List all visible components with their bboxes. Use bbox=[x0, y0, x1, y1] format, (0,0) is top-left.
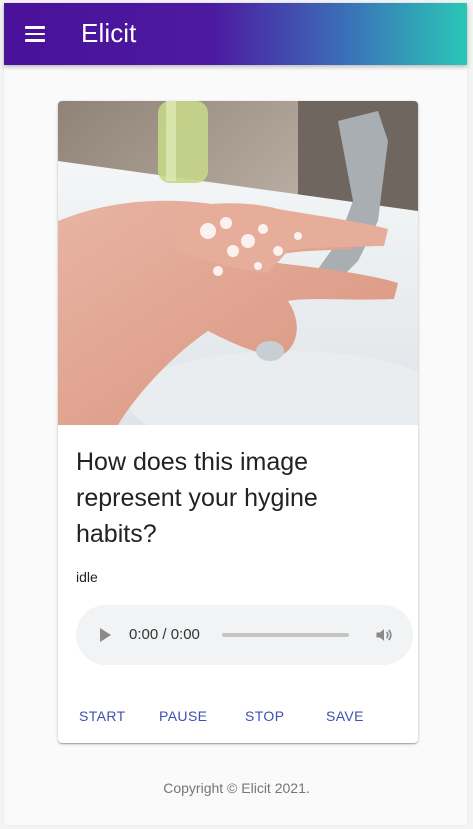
app-bar: Elicit bbox=[4, 3, 467, 65]
stop-button[interactable]: STOP bbox=[245, 708, 284, 724]
app-title: Elicit bbox=[81, 18, 137, 48]
save-button[interactable]: SAVE bbox=[326, 708, 364, 724]
audio-time: 0:00 / 0:00 bbox=[129, 626, 200, 643]
audio-progress-slider[interactable] bbox=[222, 633, 349, 637]
pause-button[interactable]: PAUSE bbox=[159, 708, 207, 724]
play-icon[interactable] bbox=[100, 628, 111, 642]
handwashing-photo bbox=[58, 101, 418, 425]
volume-icon[interactable] bbox=[374, 625, 394, 645]
start-button[interactable]: START bbox=[79, 708, 126, 724]
menu-icon[interactable] bbox=[20, 19, 50, 49]
card-actions: START PAUSE STOP SAVE bbox=[58, 708, 418, 726]
recording-status: idle bbox=[76, 569, 98, 585]
footer-copyright: Copyright © Elicit 2021. bbox=[163, 780, 310, 796]
prompt-card: How does this image represent your hygin… bbox=[58, 101, 418, 743]
audio-player[interactable]: 0:00 / 0:00 bbox=[76, 605, 413, 665]
question-text: How does this image represent your hygin… bbox=[76, 448, 318, 548]
